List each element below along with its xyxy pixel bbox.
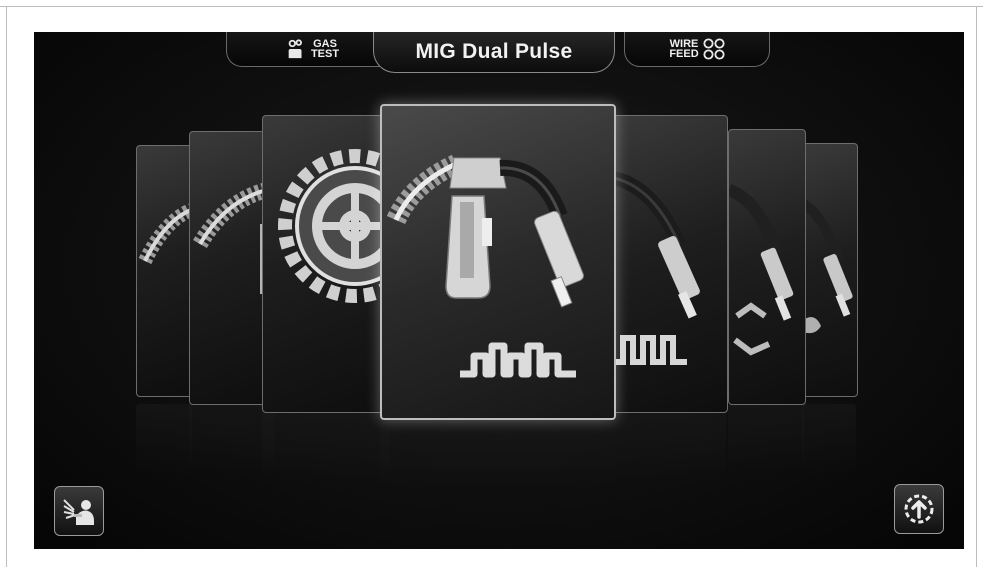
torch-dual-pulse-icon	[386, 154, 584, 378]
upload-button[interactable]	[894, 484, 944, 534]
card-mig-far-right[interactable]	[802, 143, 858, 397]
card-mig-dual-pulse[interactable]	[380, 104, 616, 420]
wire-feed-label: WIRE FEED	[669, 39, 699, 60]
mode-title: MIG Dual Pulse	[415, 40, 573, 63]
torch-icon	[803, 199, 853, 334]
upload-circle-icon	[904, 494, 934, 524]
wire-spools-icon	[703, 38, 725, 60]
page-border-top	[0, 6, 983, 7]
welder-display: GAS TEST WIRE FEED MIG Dual Pulse	[34, 32, 964, 549]
page-border-left	[6, 6, 7, 567]
card-reflection	[802, 404, 856, 474]
gas-test-label: GAS TEST	[310, 39, 340, 60]
mode-title-tab: MIG Dual Pulse	[373, 32, 615, 73]
card-reflection	[136, 404, 192, 474]
gas-bottle-icon	[288, 39, 302, 59]
card-reflection	[380, 418, 612, 488]
torch-pulse-icon	[613, 171, 700, 365]
gas-test-line2: TEST	[310, 48, 340, 60]
card-settings[interactable]	[262, 115, 392, 413]
gear-icon	[278, 149, 391, 303]
card-reflection	[728, 404, 804, 474]
card-mig-recycle[interactable]	[728, 129, 806, 405]
page-border-right	[976, 6, 977, 567]
top-bar: GAS TEST WIRE FEED MIG Dual Pulse	[226, 32, 772, 73]
wire-feed-button[interactable]: WIRE FEED	[624, 32, 770, 67]
wire-feed-line2: FEED	[669, 48, 699, 60]
welder-icon	[63, 499, 94, 525]
card-reflection	[262, 412, 390, 482]
torch-recycle-icon	[729, 184, 794, 356]
card-mig-far-left[interactable]	[136, 145, 194, 397]
torch-icon	[138, 201, 193, 265]
card-mig-pulse[interactable]	[612, 115, 728, 413]
card-reflection	[612, 412, 726, 482]
welder-button[interactable]	[54, 486, 104, 536]
